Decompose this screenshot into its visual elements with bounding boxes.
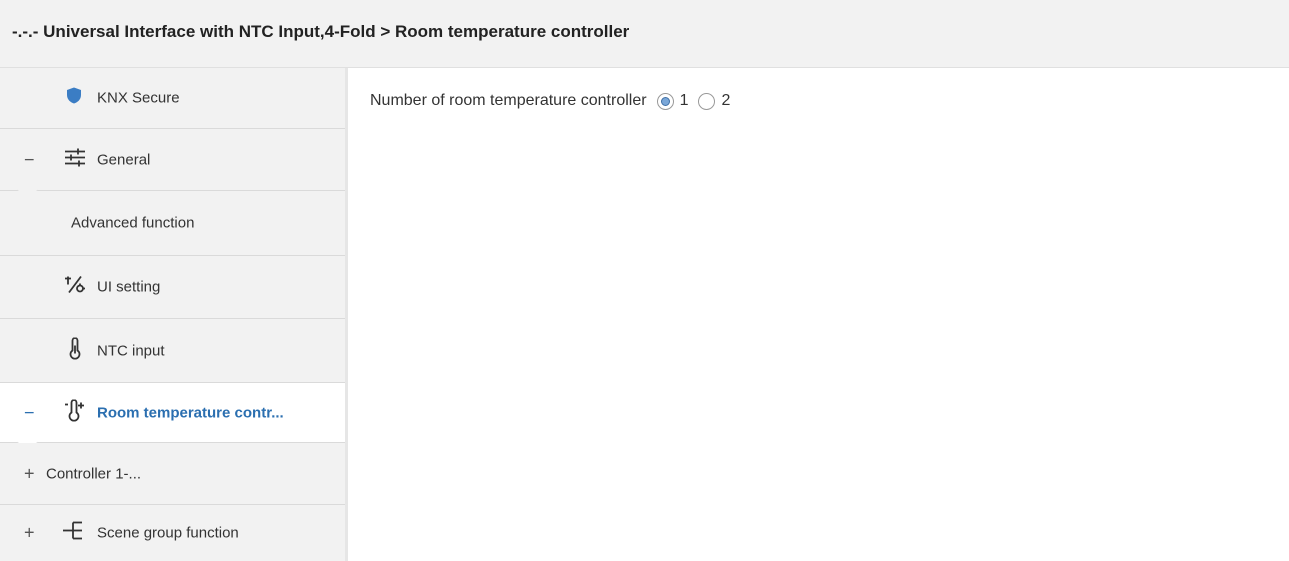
sidebar-item-controller-1[interactable]: + Controller 1-... — [0, 443, 345, 505]
collapse-toggle[interactable]: − — [24, 402, 35, 423]
thermostat-icon — [64, 398, 86, 426]
sidebar-item-label: General — [97, 151, 151, 168]
parameter-row: Number of room temperature controller 1 … — [370, 92, 730, 110]
sidebar-item-label: Controller 1-... — [46, 465, 142, 482]
radio-option-2[interactable] — [698, 92, 716, 110]
sidebar-item-knx-secure[interactable]: KNX Secure — [0, 68, 345, 129]
sidebar-item-ui-setting[interactable]: UI setting — [0, 256, 345, 319]
header-bar: -.-.- Universal Interface with NTC Input… — [0, 0, 1289, 68]
parameter-label: Number of room temperature controller — [370, 92, 647, 109]
scene-tree-icon — [62, 520, 84, 547]
sidebar: KNX Secure − General Advanced function U… — [0, 68, 348, 561]
radio-option-1-label[interactable]: 1 — [680, 92, 689, 110]
radio-option-2-label[interactable]: 2 — [721, 92, 730, 110]
collapse-toggle[interactable]: − — [24, 149, 35, 170]
expand-toggle[interactable]: + — [24, 463, 35, 484]
parameter-panel: Number of room temperature controller 1 … — [348, 68, 1289, 561]
sidebar-item-scene-group-function[interactable]: + Scene group function — [0, 505, 345, 561]
sidebar-item-room-temperature-controller[interactable]: − Room temperature contr... — [0, 383, 345, 454]
sidebar-item-advanced-function[interactable]: Advanced function — [0, 191, 345, 256]
sidebar-item-ntc-input[interactable]: NTC input — [0, 319, 345, 383]
sidebar-item-label: Room temperature contr... — [97, 404, 284, 421]
thermometer-icon — [68, 336, 82, 364]
radio-option-1[interactable] — [656, 92, 674, 110]
shield-icon — [66, 87, 82, 110]
expand-toggle[interactable]: + — [24, 523, 35, 544]
sidebar-item-label: Scene group function — [97, 524, 239, 542]
sidebar-item-label: NTC input — [97, 342, 165, 359]
sidebar-item-label: UI setting — [97, 278, 161, 296]
sidebar-item-label: Advanced function — [71, 214, 195, 232]
tools-icon — [64, 275, 86, 300]
sidebar-item-general[interactable]: − General — [0, 129, 345, 202]
sidebar-item-label: KNX Secure — [97, 89, 180, 107]
page-title: -.-.- Universal Interface with NTC Input… — [12, 22, 630, 41]
sliders-icon — [64, 147, 86, 172]
